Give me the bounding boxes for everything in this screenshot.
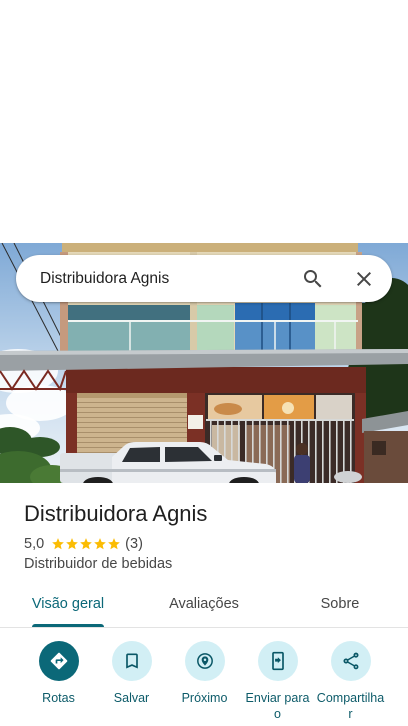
directions-button[interactable]: Rotas	[22, 641, 95, 722]
star-icon	[66, 538, 79, 550]
review-count: (3)	[125, 536, 143, 552]
tab-divider	[0, 627, 408, 628]
share-label: Compartilhar	[316, 691, 385, 721]
tab-about[interactable]: Sobre	[272, 585, 408, 627]
save-label: Salvar	[113, 691, 150, 705]
star-icon	[80, 538, 93, 550]
tab-bar: Visão geral Avaliações Sobre	[0, 585, 408, 627]
neighbor-house	[362, 411, 408, 483]
send-to-phone-button[interactable]: Enviar para o	[241, 641, 314, 722]
poster	[316, 395, 352, 419]
directions-icon	[38, 641, 79, 681]
star-icon	[94, 538, 107, 550]
close-icon[interactable]	[352, 267, 376, 291]
place-category: Distribuidor de bebidas	[24, 556, 173, 572]
nearby-label: Próximo	[181, 691, 228, 705]
search-icon[interactable]	[301, 267, 325, 291]
share-icon	[330, 641, 371, 681]
nearby-icon	[184, 641, 225, 681]
rating-row[interactable]: 5,0 (3)	[24, 535, 143, 553]
star-icon	[52, 538, 65, 550]
star-icon	[108, 538, 121, 550]
tab-label: Sobre	[320, 596, 360, 612]
tab-label: Visão geral	[31, 596, 105, 627]
search-bar	[16, 255, 392, 302]
place-title: Distribuidora Agnis	[24, 501, 208, 526]
share-button[interactable]: Compartilhar	[314, 641, 387, 722]
small-sign	[188, 415, 203, 429]
save-button[interactable]: Salvar	[95, 641, 168, 722]
rating-value: 5,0	[24, 536, 45, 552]
action-buttons: Rotas Salvar Próximo Enviar para o Compa…	[22, 641, 387, 722]
tab-label: Avaliações	[169, 596, 239, 612]
send-to-phone-icon	[257, 641, 298, 681]
search-input[interactable]	[40, 255, 290, 302]
motorcycle	[334, 471, 362, 483]
tab-overview[interactable]: Visão geral	[0, 585, 136, 627]
directions-label: Rotas	[42, 691, 75, 705]
bookmark-icon	[111, 641, 152, 681]
send-to-phone-label: Enviar para o	[245, 691, 310, 721]
person	[294, 443, 310, 483]
nearby-button[interactable]: Próximo	[168, 641, 241, 722]
tab-reviews[interactable]: Avaliações	[136, 585, 272, 627]
star-rating	[51, 537, 121, 551]
